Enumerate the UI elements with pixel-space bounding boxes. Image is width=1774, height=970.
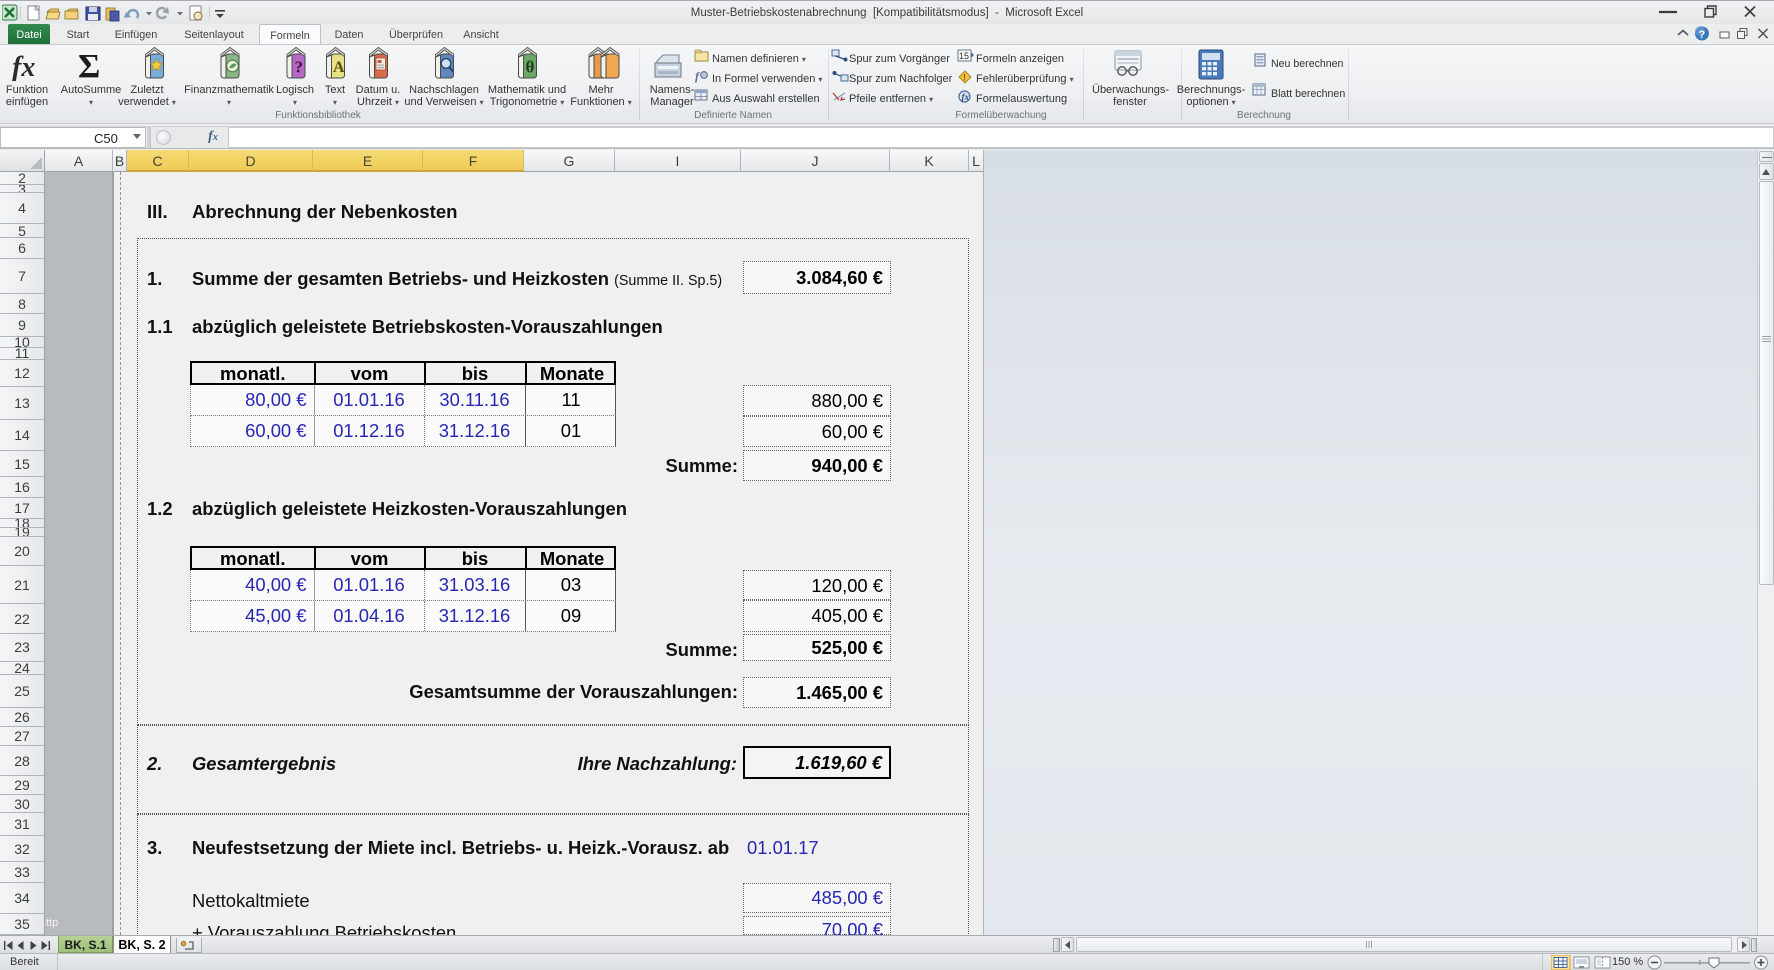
svg-text:fx: fx: [962, 92, 970, 102]
svg-text:θ: θ: [526, 58, 535, 77]
svg-text:?: ?: [1699, 29, 1706, 41]
svg-text:f: f: [695, 69, 700, 83]
svg-text:A: A: [333, 59, 345, 76]
svg-text:?: ?: [295, 58, 304, 77]
svg-text:15: 15: [959, 51, 969, 61]
svg-text:!: !: [963, 73, 966, 83]
